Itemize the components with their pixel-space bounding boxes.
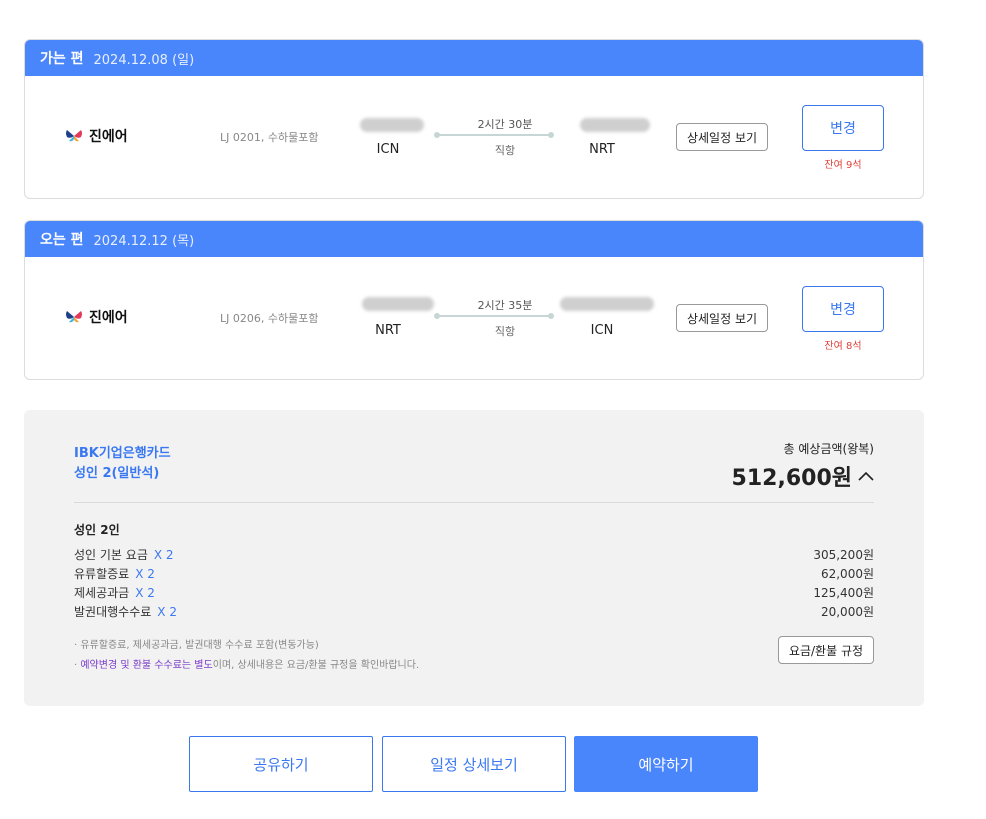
fee-row: 유류할증료 X 2 62,000원 (74, 565, 874, 583)
outbound-airline: 진에어 (65, 126, 128, 146)
total-label: 총 예상금액(왕복) (783, 442, 874, 456)
fee-amount: 305,200원 (813, 548, 874, 562)
fee-label: 제세공과금 (74, 586, 130, 600)
outbound-header: 가는 편 2024.12.08 (일) (25, 40, 923, 76)
fee-multiplier: X 2 (135, 567, 155, 581)
outbound-flight-info: LJ 0201, 수하물포함 (220, 131, 319, 144)
price-divider (74, 502, 874, 503)
inbound-change-button[interactable]: 변경 (802, 286, 884, 332)
outbound-arrival-time-redacted (580, 118, 650, 132)
fee-multiplier: X 2 (157, 605, 177, 619)
total-amount-toggle[interactable]: 512,600원 (732, 460, 874, 492)
inbound-airline: 진에어 (65, 307, 128, 327)
outbound-airline-name: 진에어 (89, 129, 128, 145)
book-button[interactable]: 예약하기 (574, 736, 758, 792)
outbound-duration: 2시간 30분 (477, 118, 533, 131)
fee-amount: 125,400원 (813, 586, 874, 600)
outbound-departure-time-redacted (360, 118, 424, 132)
fee-multiplier: X 2 (135, 586, 155, 600)
fee-row: 제세공과금 X 2 125,400원 (74, 584, 874, 602)
fee-amount: 62,000원 (820, 567, 874, 581)
passenger-count: 성인 2인 (74, 523, 120, 537)
payment-card-name: IBK기업은행카드 (74, 446, 171, 461)
inbound-direction-label: 오는 편 (40, 232, 84, 248)
outbound-arrival-code: NRT (589, 142, 615, 157)
price-summary-panel: IBK기업은행카드 성인 2(일반석) 총 예상금액(왕복) 512,600원 … (24, 410, 924, 706)
outbound-route-dot-end (548, 132, 554, 138)
inbound-departure-time-redacted (362, 297, 434, 311)
inbound-airline-name: 진에어 (89, 310, 128, 326)
outbound-route-line (437, 134, 551, 136)
outbound-direction-label: 가는 편 (40, 51, 84, 67)
outbound-change-button[interactable]: 변경 (802, 105, 884, 151)
outbound-stop-type: 직항 (494, 144, 516, 157)
inbound-header: 오는 편 2024.12.12 (목) (25, 221, 923, 257)
inbound-route-dot-start (434, 313, 440, 319)
share-button[interactable]: 공유하기 (189, 736, 373, 792)
outbound-departure-code: ICN (376, 142, 400, 157)
refund-note-highlight: 예약변경 및 환불 수수료는 별도 (80, 660, 213, 671)
fee-row: 성인 기본 요금 X 2 305,200원 (74, 546, 874, 564)
inbound-body: 진에어 LJ 0206, 수하물포함 NRT 2시간 35분 직항 ICN 상세… (25, 257, 923, 379)
fee-multiplier: X 2 (153, 548, 174, 562)
outbound-seats-left: 잔여 9석 (824, 160, 862, 171)
total-amount: 512,600원 (731, 466, 852, 491)
refund-note-suffix: 이며, 상세내용은 요금/환불 규정을 확인바랍니다. (212, 660, 420, 671)
inbound-departure-code: NRT (375, 323, 401, 338)
inbound-date: 2024.12.12 (목) (93, 233, 195, 249)
fare-rules-button[interactable]: 요금/환불 규정 (778, 636, 874, 664)
outbound-flight-card: 가는 편 2024.12.08 (일) 진에어 LJ 0201, 수하물포함 I… (24, 39, 924, 199)
fee-label: 발권대행수수료 (74, 605, 152, 619)
fee-amount: 20,000원 (820, 605, 874, 619)
inbound-arrival-code: ICN (590, 323, 614, 338)
inbound-flight-info: LJ 0206, 수하물포함 (220, 312, 319, 325)
outbound-body: 진에어 LJ 0201, 수하물포함 ICN 2시간 30분 직항 NRT 상세… (25, 76, 923, 198)
itinerary-detail-button[interactable]: 일정 상세보기 (382, 736, 566, 792)
inbound-seats-left: 잔여 8석 (824, 341, 862, 352)
fee-note: · 유류할증료, 제세공과금, 발권대행 수수료 포함(변동가능) (74, 640, 319, 651)
inbound-detail-button[interactable]: 상세일정 보기 (676, 304, 768, 332)
inbound-duration: 2시간 35분 (477, 299, 533, 312)
outbound-date: 2024.12.08 (일) (93, 52, 195, 68)
chevron-up-icon[interactable] (858, 471, 874, 481)
fee-label: 유류할증료 (74, 567, 130, 581)
butterfly-logo-icon (66, 130, 82, 142)
passenger-class: 성인 2(일반석) (74, 466, 160, 481)
outbound-detail-button[interactable]: 상세일정 보기 (676, 123, 768, 151)
inbound-arrival-time-redacted (560, 297, 654, 311)
refund-note: · 예약변경 및 환불 수수료는 별도이며, 상세내용은 요금/환불 규정을 확… (74, 656, 419, 671)
fee-label: 성인 기본 요금 (74, 548, 148, 562)
inbound-route-dot-end (548, 313, 554, 319)
inbound-stop-type: 직항 (494, 325, 516, 338)
fee-row: 발권대행수수료 X 2 20,000원 (74, 603, 874, 621)
butterfly-logo-icon (66, 311, 82, 323)
inbound-route-line (437, 315, 551, 317)
inbound-flight-card: 오는 편 2024.12.12 (목) 진에어 LJ 0206, 수하물포함 N… (24, 220, 924, 380)
outbound-route-dot-start (434, 132, 440, 138)
